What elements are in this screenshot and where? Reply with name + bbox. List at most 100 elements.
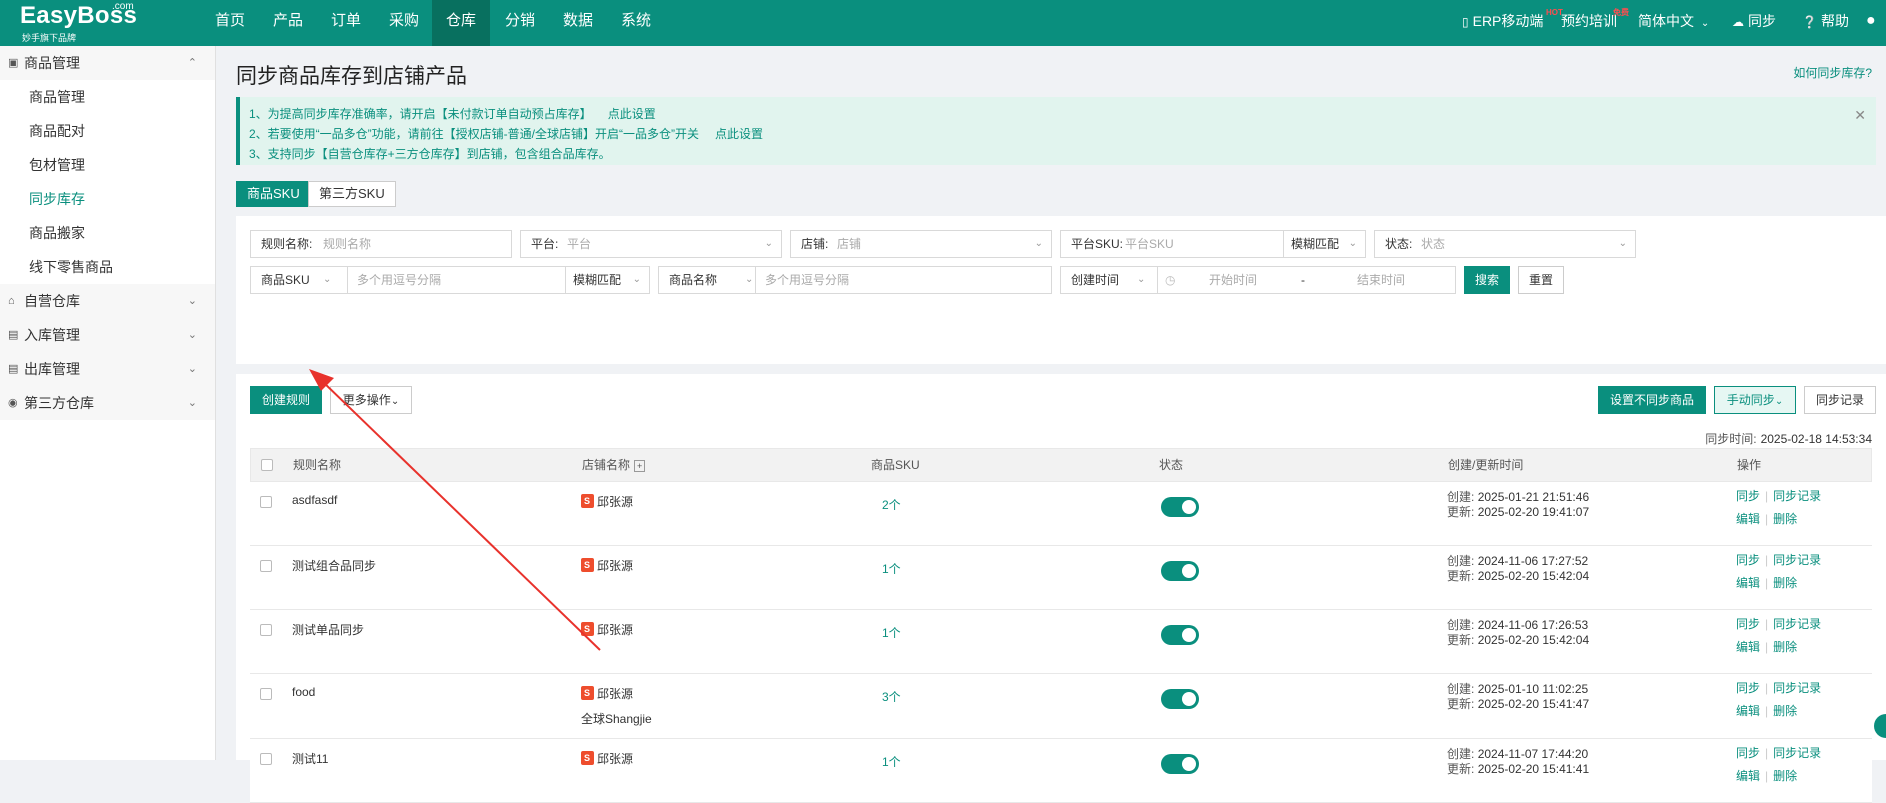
sync-link[interactable]: 同步 (1736, 489, 1760, 503)
name-type-select[interactable]: 商品名称 (669, 267, 717, 293)
notice-setting-link[interactable]: 点此设置 (715, 127, 763, 141)
match-mode-select[interactable]: 模糊匹配 (1291, 231, 1339, 257)
sku-count-link[interactable]: 1个 (882, 624, 901, 641)
sidebar-item-sync-inventory[interactable]: 同步库存 (0, 182, 215, 216)
nav-data[interactable]: 数据 (554, 0, 602, 46)
delete-link[interactable]: 删除 (1773, 640, 1797, 654)
edit-link[interactable]: 编辑 (1736, 769, 1760, 783)
create-rule-button[interactable]: 创建规则 (250, 386, 322, 414)
row-checkbox[interactable] (260, 496, 272, 508)
sku-count-link[interactable]: 1个 (882, 560, 901, 577)
created-label: 创建: (1447, 490, 1475, 504)
search-button[interactable]: 搜索 (1464, 266, 1510, 294)
status-toggle[interactable] (1161, 497, 1199, 517)
sync-link[interactable]: 同步 (1736, 617, 1760, 631)
status-toggle[interactable] (1161, 689, 1199, 709)
erp-mobile-link[interactable]: ▯ ERP移动端 HOT (1462, 0, 1563, 46)
nav-orders[interactable]: 订单 (322, 0, 370, 46)
match-mode-select[interactable]: 模糊匹配 (573, 267, 621, 293)
edit-link[interactable]: 编辑 (1736, 576, 1760, 590)
row-checkbox[interactable] (260, 560, 272, 572)
sync-button[interactable]: ☁ 同步 (1732, 0, 1776, 46)
sync-time-label: 同步时间: (1705, 432, 1757, 446)
manual-sync-dropdown[interactable]: 手动同步⌄ (1714, 386, 1796, 414)
row-checkbox[interactable] (260, 688, 272, 700)
sidebar-group-third-party-warehouse[interactable]: ◉ 第三方仓库 ⌄ (0, 386, 215, 420)
expand-plus-icon[interactable]: + (634, 460, 646, 472)
sku-type-select[interactable]: 商品SKU (261, 267, 310, 293)
edit-link[interactable]: 编辑 (1736, 704, 1760, 718)
sidebar: ▣ 商品管理 ⌃ 商品管理 商品配对 包材管理 同步库存 商品搬家 线下零售商品… (0, 46, 216, 760)
platform-select[interactable]: 平台: 平台 ⌄ (520, 230, 782, 258)
nav-system[interactable]: 系统 (612, 0, 660, 46)
sidebar-group-own-warehouse[interactable]: ⌂ 自营仓库 ⌄ (0, 284, 215, 318)
sync-records-button[interactable]: 同步记录 (1804, 386, 1876, 414)
close-icon[interactable]: ✕ (1854, 107, 1866, 124)
sidebar-group-product-management[interactable]: ▣ 商品管理 ⌃ (0, 46, 215, 80)
sync-records-link[interactable]: 同步记录 (1773, 553, 1821, 567)
status-toggle[interactable] (1161, 754, 1199, 774)
sidebar-group-outbound[interactable]: ▤ 出库管理 ⌄ (0, 352, 215, 386)
row-checkbox[interactable] (260, 753, 272, 765)
sync-link[interactable]: 同步 (1736, 746, 1760, 760)
nav-distribution[interactable]: 分销 (496, 0, 544, 46)
divider: | (1765, 704, 1769, 718)
sync-records-link[interactable]: 同步记录 (1773, 489, 1821, 503)
edit-link[interactable]: 编辑 (1736, 640, 1760, 654)
platform-sku-input[interactable]: 平台SKU: 平台SKU 模糊匹配 ⌄ (1060, 230, 1366, 258)
warehouse-icon: ⌂ (8, 295, 15, 307)
sync-link[interactable]: 同步 (1736, 681, 1760, 695)
sync-records-link[interactable]: 同步记录 (1773, 617, 1821, 631)
reset-button[interactable]: 重置 (1518, 266, 1564, 294)
status-toggle[interactable] (1161, 625, 1199, 645)
sync-link[interactable]: 同步 (1736, 553, 1760, 567)
sidebar-item-product-pairing[interactable]: 商品配对 (0, 114, 215, 148)
tab-product-sku[interactable]: 商品SKU (236, 181, 311, 207)
rule-name-input[interactable]: 规则名称: 规则名称 (250, 230, 512, 258)
user-avatar-icon[interactable]: ● (1866, 0, 1876, 46)
status-select[interactable]: 状态: 状态 ⌄ (1374, 230, 1636, 258)
delete-link[interactable]: 删除 (1773, 576, 1797, 590)
store-select[interactable]: 店铺: 店铺 ⌄ (790, 230, 1052, 258)
created-time-range[interactable]: 创建时间 ⌄ ◷ 开始时间 - 结束时间 (1060, 266, 1456, 294)
product-sku-input[interactable]: 商品SKU ⌄ 多个用逗号分隔 模糊匹配 ⌄ (250, 266, 650, 294)
nav-purchase[interactable]: 采购 (380, 0, 428, 46)
status-toggle[interactable] (1161, 561, 1199, 581)
sku-count-link[interactable]: 3个 (882, 688, 901, 705)
set-no-sync-button[interactable]: 设置不同步商品 (1598, 386, 1706, 414)
sidebar-item-offline-retail[interactable]: 线下零售商品 (0, 250, 215, 284)
time-type-select[interactable]: 创建时间 (1071, 267, 1119, 293)
sku-count-link[interactable]: 2个 (882, 496, 901, 513)
table-row: 测试单品同步 邱张源 1个 创建: 2024-11-06 17:26:53更新:… (250, 610, 1872, 674)
delete-link[interactable]: 删除 (1773, 704, 1797, 718)
delete-link[interactable]: 删除 (1773, 512, 1797, 526)
brand-logo[interactable]: EasyBoss .com 妙手旗下品牌 (20, 1, 140, 44)
edit-link[interactable]: 编辑 (1736, 512, 1760, 526)
nav-home[interactable]: 首页 (206, 0, 254, 46)
nav-warehouse[interactable]: 仓库 (432, 0, 490, 46)
more-actions-dropdown[interactable]: 更多操作⌄ (330, 386, 412, 414)
language-select[interactable]: 简体中文 ⌄ (1638, 0, 1709, 46)
sidebar-group-inbound[interactable]: ▤ 入库管理 ⌄ (0, 318, 215, 352)
mobile-phone-icon: ▯ (1462, 15, 1469, 29)
sync-time-value: 2025-02-18 14:53:34 (1760, 432, 1872, 446)
sync-records-link[interactable]: 同步记录 (1773, 746, 1821, 760)
sync-records-link[interactable]: 同步记录 (1773, 681, 1821, 695)
end-date-input[interactable]: 结束时间 (1357, 267, 1405, 293)
delete-link[interactable]: 删除 (1773, 769, 1797, 783)
table-row: food 邱张源 全球Shangjie 3个 创建: 2025-01-10 11… (250, 674, 1872, 739)
sku-count-link[interactable]: 1个 (882, 753, 901, 770)
sidebar-item-product-management[interactable]: 商品管理 (0, 80, 215, 114)
start-date-input[interactable]: 开始时间 (1209, 267, 1257, 293)
sidebar-item-product-move[interactable]: 商品搬家 (0, 216, 215, 250)
sidebar-item-packaging[interactable]: 包材管理 (0, 148, 215, 182)
help-button[interactable]: ❔ 帮助 (1802, 0, 1849, 46)
row-checkbox[interactable] (260, 624, 272, 636)
product-name-input[interactable]: 商品名称 ⌄ 多个用逗号分隔 (658, 266, 1052, 294)
select-all-checkbox[interactable] (261, 459, 273, 471)
tab-third-party-sku[interactable]: 第三方SKU (308, 181, 396, 207)
notice-setting-link[interactable]: 点此设置 (608, 107, 656, 121)
nav-products[interactable]: 产品 (264, 0, 312, 46)
help-sync-link[interactable]: 如何同步库存? (1793, 64, 1872, 81)
training-link[interactable]: 预约培训 免费 (1561, 0, 1629, 46)
